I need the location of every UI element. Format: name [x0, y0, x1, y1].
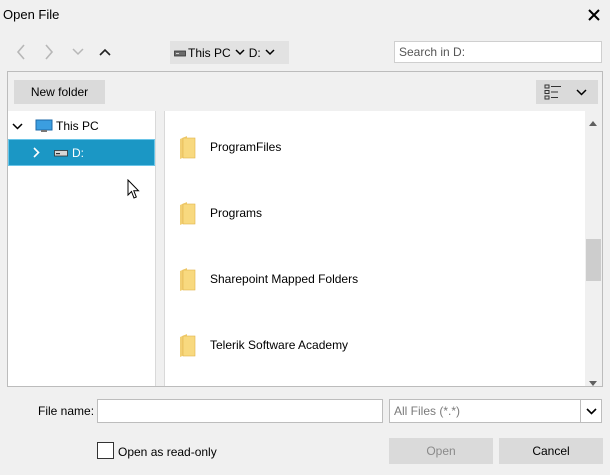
folder-icon	[178, 332, 196, 358]
read-only-label: Open as read-only	[118, 445, 217, 459]
file-name: ProgramFiles	[210, 140, 282, 154]
crumb-d-drive[interactable]: D:	[249, 41, 261, 64]
new-folder-button[interactable]: New folder	[14, 80, 105, 104]
tree-item-label: This PC	[56, 119, 99, 133]
chevron-down-icon[interactable]	[231, 41, 249, 64]
chevron-down-icon[interactable]	[261, 41, 279, 64]
chevron-down-icon[interactable]	[580, 400, 601, 422]
folder-icon	[178, 266, 196, 292]
open-button[interactable]: Open	[389, 438, 493, 464]
tree-item-d-drive[interactable]: D:	[8, 139, 155, 166]
file-list: ProgramFiles Programs Sharepoint Mapped …	[166, 111, 584, 386]
crumb-label: This PC	[188, 45, 231, 60]
crumb-this-pc[interactable]: This PC	[170, 41, 231, 64]
drive-icon	[174, 46, 186, 60]
scrollbar-thumb[interactable]	[586, 239, 601, 281]
breadcrumb: This PC D:	[170, 41, 289, 64]
tree-item-this-pc[interactable]: This PC	[8, 114, 155, 138]
list-item[interactable]: Programs	[166, 180, 584, 246]
cancel-button[interactable]: Cancel	[499, 438, 603, 464]
folder-icon	[178, 200, 196, 226]
crumb-label: D:	[248, 45, 261, 60]
folder-icon	[178, 134, 196, 160]
mouse-cursor-icon	[127, 178, 141, 200]
file-name: Programs	[210, 206, 263, 220]
recent-dropdown-icon[interactable]	[67, 41, 89, 63]
file-type-select[interactable]: All Files (*.*)	[389, 399, 602, 423]
read-only-checkbox[interactable]	[97, 442, 114, 459]
back-arrow-icon[interactable]	[10, 41, 32, 63]
scroll-down-icon[interactable]	[589, 375, 597, 389]
close-icon[interactable]	[584, 5, 604, 25]
title-bar	[0, 0, 610, 30]
chevron-down-icon	[576, 88, 587, 96]
details-view-icon	[544, 84, 562, 100]
pane-splitter[interactable]	[155, 111, 165, 386]
file-name: Sharepoint Mapped Folders	[210, 272, 359, 286]
view-options-button[interactable]	[536, 80, 598, 104]
chevron-down-icon[interactable]	[12, 122, 30, 130]
file-type-value: All Files (*.*)	[394, 404, 461, 418]
chevron-right-icon[interactable]	[33, 147, 40, 158]
list-item[interactable]: Sharepoint Mapped Folders	[166, 246, 584, 312]
list-item[interactable]: Telerik Software Academy	[166, 312, 584, 378]
computer-icon	[35, 119, 53, 133]
file-name: Telerik Software Academy	[210, 338, 349, 352]
search-input[interactable]	[394, 41, 602, 63]
file-name-label: File name:	[38, 404, 95, 418]
tree-item-label: D:	[72, 145, 84, 160]
forward-arrow-icon[interactable]	[38, 41, 60, 63]
file-name-field[interactable]	[97, 399, 383, 423]
list-item[interactable]: ProgramFiles	[166, 114, 584, 180]
drive-icon	[54, 149, 68, 157]
window-title: Open File	[3, 7, 60, 22]
scroll-up-icon[interactable]	[589, 115, 597, 129]
up-arrow-icon[interactable]	[94, 41, 116, 63]
